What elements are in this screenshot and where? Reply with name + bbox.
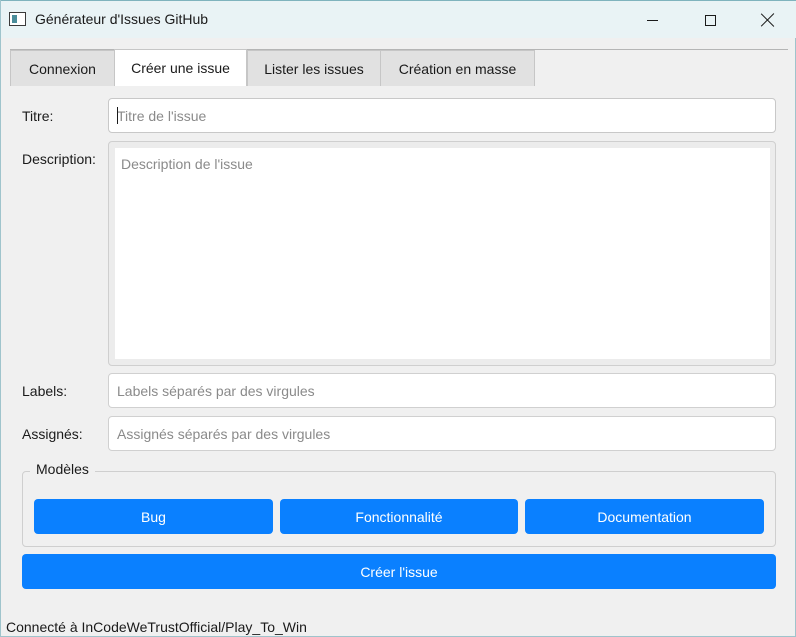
title-input[interactable] <box>108 98 776 133</box>
labels-input[interactable] <box>108 373 776 408</box>
title-label: Titre: <box>22 108 54 124</box>
maximize-icon <box>704 14 716 26</box>
assignees-input[interactable] <box>108 416 776 451</box>
maximize-button[interactable] <box>687 1 733 39</box>
tab-creer-issue[interactable]: Créer une issue <box>114 49 247 86</box>
title-bar[interactable]: Générateur d'Issues GitHub <box>1 0 796 38</box>
status-bar-text: Connecté à InCodeWeTrustOfficial/Play_To… <box>6 619 307 635</box>
close-button[interactable] <box>745 1 791 39</box>
description-label: Description: <box>22 151 96 167</box>
template-feature-button[interactable]: Fonctionnalité <box>280 499 518 534</box>
minimize-icon <box>646 19 658 21</box>
text-cursor <box>117 107 118 124</box>
create-issue-button[interactable]: Créer l'issue <box>22 554 776 589</box>
template-documentation-button[interactable]: Documentation <box>525 499 764 534</box>
minimize-button[interactable] <box>629 1 675 39</box>
tab-connexion[interactable]: Connexion <box>10 50 115 86</box>
window-title: Générateur d'Issues GitHub <box>35 11 209 27</box>
description-frame <box>108 141 776 366</box>
templates-group-title: Modèles <box>30 461 95 477</box>
tab-lister-issues[interactable]: Lister les issues <box>247 50 381 86</box>
app-window-icon <box>9 12 26 26</box>
description-textarea[interactable] <box>115 148 770 359</box>
labels-label: Labels: <box>22 383 68 399</box>
app-window: Générateur d'Issues GitHub Connexion Cré… <box>0 0 796 637</box>
template-bug-button[interactable]: Bug <box>34 499 273 534</box>
tab-creation-masse[interactable]: Création en masse <box>380 50 535 86</box>
assignees-label: Assignés: <box>22 426 83 442</box>
close-icon <box>761 13 775 27</box>
